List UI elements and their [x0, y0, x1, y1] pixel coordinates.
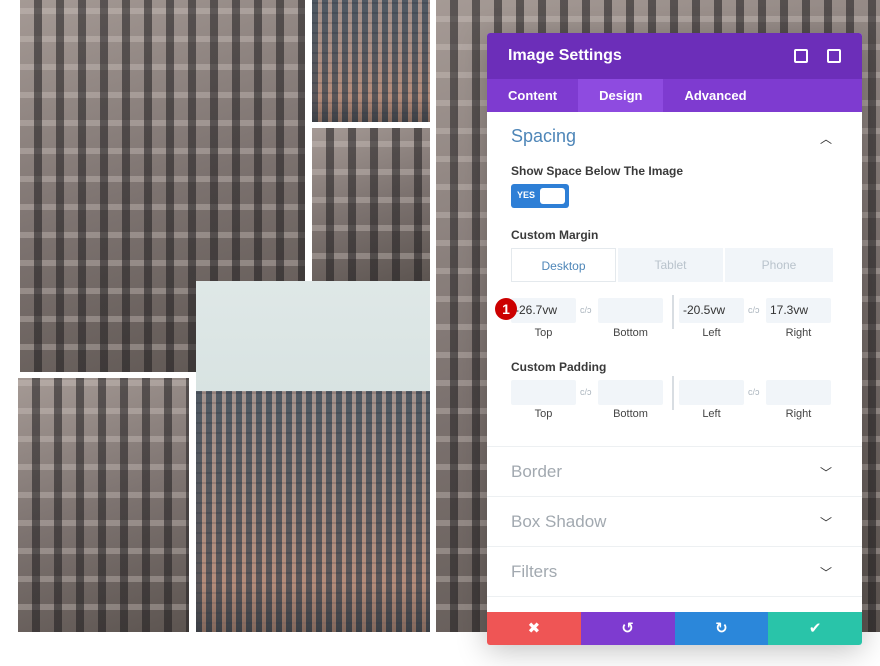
panel-header: Image Settings [487, 33, 862, 79]
tab-advanced[interactable]: Advanced [663, 79, 767, 112]
spacing-section: Spacing ︿ Show Space Below The Image YES… [487, 112, 862, 612]
tab-bar: Content Design Advanced [487, 79, 862, 112]
toggle-label: YES [517, 190, 536, 200]
margin-top-label: Top [534, 327, 553, 339]
padding-right-label: Right [785, 408, 812, 420]
tab-design[interactable]: Design [578, 79, 664, 112]
section-title: Filters [511, 562, 558, 581]
divider [672, 295, 674, 329]
cancel-button[interactable]: ✖ [487, 612, 581, 645]
panel-footer: ✖ ↺ ↻ ✔ [487, 612, 862, 645]
device-tab-tablet[interactable]: Tablet [618, 248, 723, 282]
margin-right-input[interactable]: 17.3vw [766, 298, 831, 323]
save-button[interactable]: ✔ [768, 612, 862, 645]
padding-bottom-label: Bottom [613, 408, 648, 420]
divider [672, 376, 674, 410]
margin-left-input[interactable]: -20.5vw [679, 298, 744, 323]
tower-photo-tall [196, 281, 430, 632]
section-title: Border [511, 462, 563, 481]
padding-top-input[interactable] [511, 380, 576, 405]
custom-margin-label: Custom Margin [511, 228, 599, 242]
section-box-shadow[interactable]: Box Shadow ﹀ [487, 496, 862, 546]
margin-bottom-label: Bottom [613, 327, 648, 339]
image-settings-panel: Image Settings Content Design Advanced S… [487, 33, 862, 645]
section-border[interactable]: Border ﹀ [487, 446, 862, 496]
padding-left-input[interactable] [679, 380, 744, 405]
link-icon[interactable]: c/ↄ [580, 387, 592, 397]
section-filters[interactable]: Filters ﹀ [487, 546, 862, 596]
building-photo-small [312, 128, 430, 281]
chevron-down-icon: ﹀ [819, 566, 832, 580]
chevron-down-icon: ﹀ [819, 466, 832, 480]
tower-photo-small [312, 0, 430, 122]
padding-right-input[interactable] [766, 380, 831, 405]
link-icon[interactable]: c/ↄ [580, 305, 592, 315]
sidebar-icon[interactable] [827, 49, 841, 63]
device-tab-desktop[interactable]: Desktop [511, 248, 616, 282]
fullscreen-icon[interactable] [794, 49, 808, 63]
spacing-title[interactable]: Spacing [511, 126, 576, 147]
panel-title: Image Settings [508, 47, 622, 64]
margin-top-input[interactable]: -26.7vw [511, 298, 576, 323]
link-icon[interactable]: c/ↄ [748, 387, 760, 397]
section-title: Box Shadow [511, 512, 607, 531]
device-tab-phone[interactable]: Phone [725, 248, 833, 282]
chevron-down-icon: ﹀ [819, 516, 832, 530]
building-photo-bottom [18, 378, 189, 632]
tab-content[interactable]: Content [487, 79, 578, 112]
margin-bottom-input[interactable] [598, 298, 663, 323]
link-icon[interactable]: c/ↄ [748, 305, 760, 315]
padding-left-label: Left [702, 408, 721, 420]
custom-padding-label: Custom Padding [511, 360, 607, 374]
margin-right-label: Right [785, 327, 812, 339]
padding-bottom-input[interactable] [598, 380, 663, 405]
margin-left-label: Left [702, 327, 721, 339]
show-space-label: Show Space Below The Image [511, 164, 684, 178]
step-badge: 1 [495, 298, 517, 320]
show-space-toggle[interactable]: YES [511, 184, 569, 208]
chevron-up-icon[interactable]: ︿ [820, 130, 832, 147]
redo-button[interactable]: ↻ [674, 612, 769, 645]
undo-button[interactable]: ↺ [580, 612, 675, 645]
padding-top-label: Top [534, 408, 553, 420]
divider [487, 596, 862, 612]
